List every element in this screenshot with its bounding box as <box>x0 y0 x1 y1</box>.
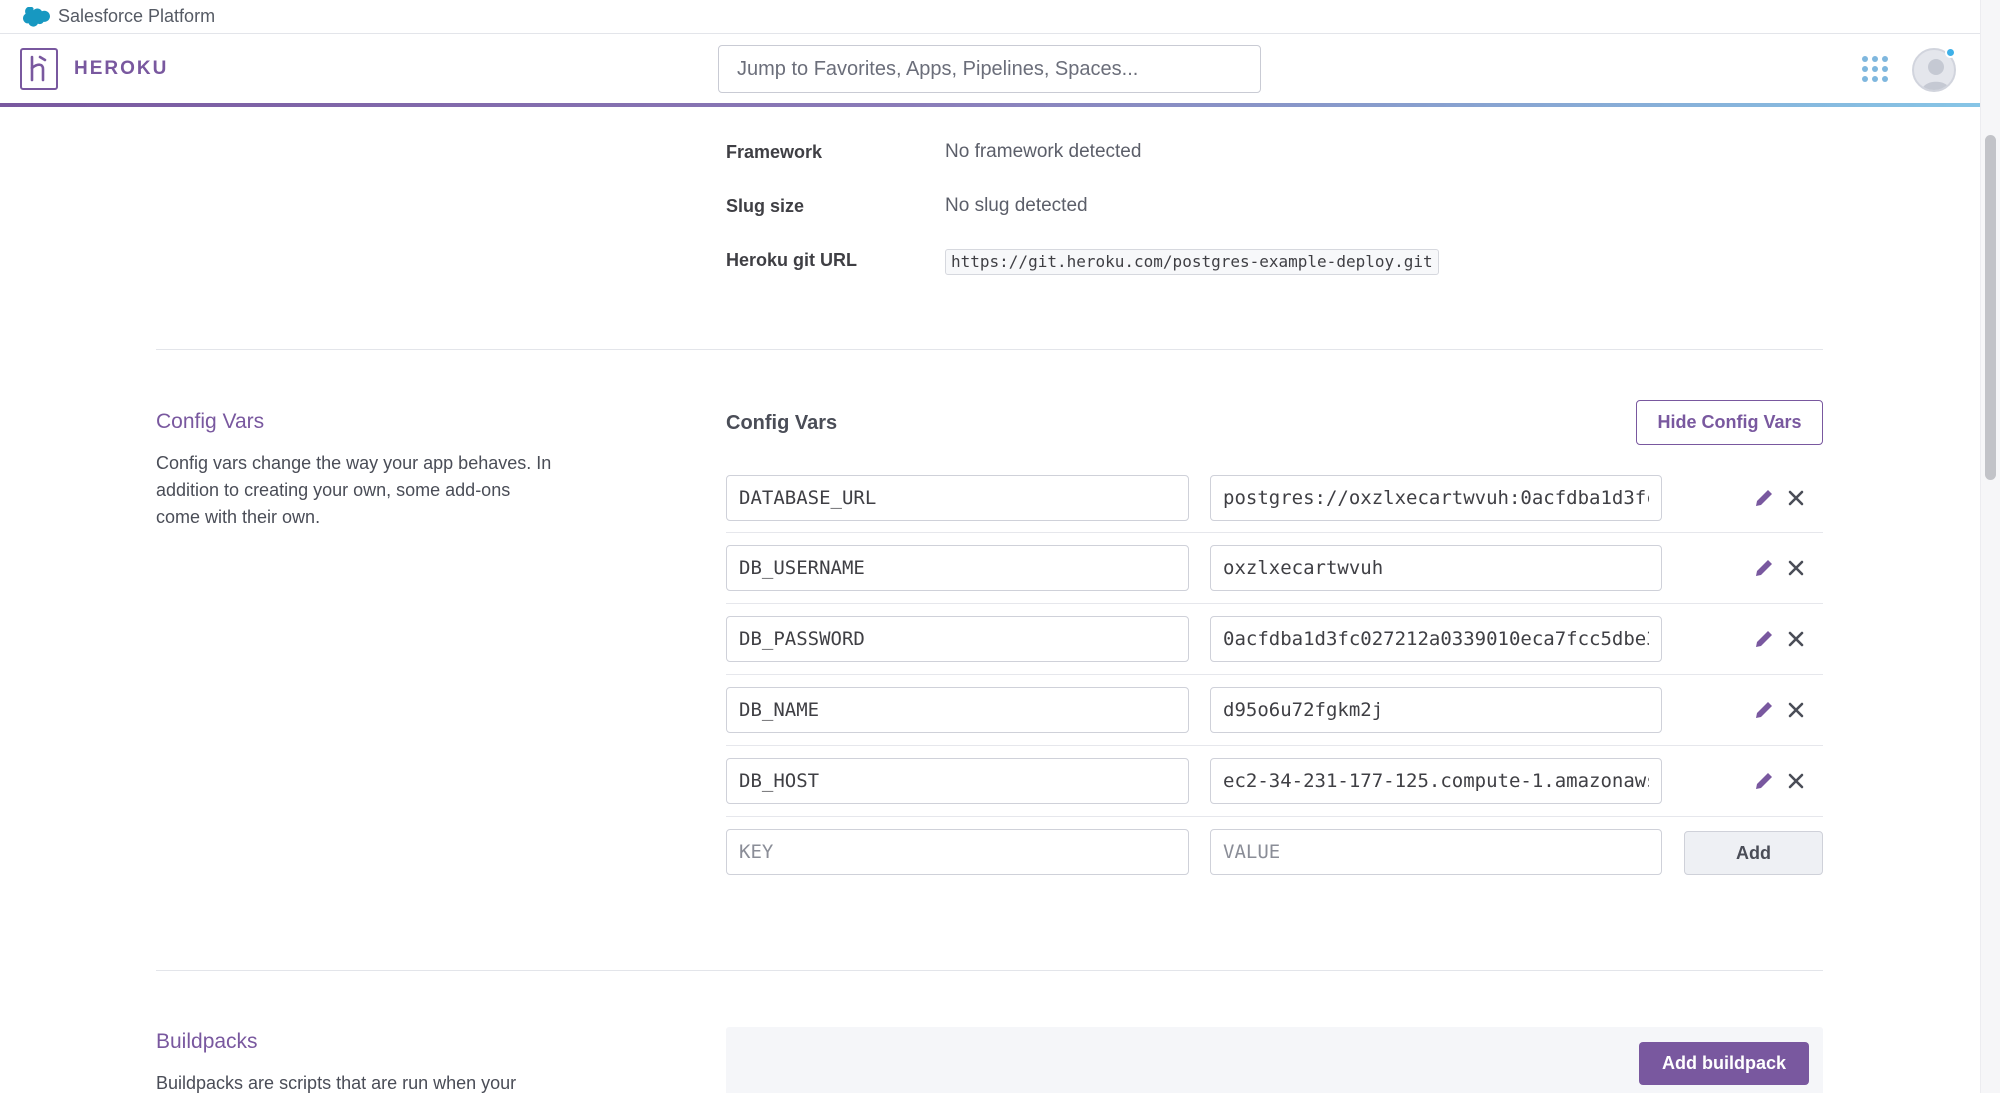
edit-pencil-icon[interactable] <box>1751 626 1777 652</box>
config-var-value-input[interactable] <box>1210 758 1662 804</box>
config-var-key-input[interactable] <box>726 616 1189 662</box>
remove-close-icon[interactable] <box>1783 697 1809 723</box>
edit-pencil-icon[interactable] <box>1751 555 1777 581</box>
config-var-value-input[interactable] <box>1210 545 1662 591</box>
remove-close-icon[interactable] <box>1783 626 1809 652</box>
heroku-logo[interactable]: HEROKU <box>20 48 168 90</box>
slug-size-label: Slug size <box>726 196 805 216</box>
global-search-input[interactable] <box>718 45 1261 93</box>
config-vars-section-title: Config Vars <box>156 410 265 433</box>
row-divider <box>726 603 1823 604</box>
section-divider <box>156 970 1823 971</box>
row-divider <box>726 816 1823 817</box>
git-url-value[interactable]: https://git.heroku.com/postgres-example-… <box>945 249 1439 275</box>
salesforce-platform-bar: Salesforce Platform <box>0 0 1980 34</box>
remove-close-icon[interactable] <box>1783 768 1809 794</box>
row-divider <box>726 532 1823 533</box>
row-divider <box>726 674 1823 675</box>
add-config-var-button[interactable]: Add <box>1684 831 1823 875</box>
new-config-key-input[interactable] <box>726 829 1189 875</box>
nav-gradient-divider <box>0 103 1980 107</box>
config-var-key-input[interactable] <box>726 687 1189 733</box>
buildpacks-description: Buildpacks are scripts that are run when… <box>156 1073 517 1093</box>
remove-close-icon[interactable] <box>1783 555 1809 581</box>
section-divider <box>156 349 1823 350</box>
page-scrollbar-thumb[interactable] <box>1985 135 1996 480</box>
add-buildpack-button[interactable]: Add buildpack <box>1639 1042 1809 1085</box>
framework-value: No framework detected <box>945 141 1142 162</box>
git-url-label: Heroku git URL <box>726 250 858 270</box>
row-divider <box>726 745 1823 746</box>
apps-grid-icon[interactable] <box>1862 56 1888 82</box>
notification-dot <box>1945 47 1956 58</box>
slug-size-value: No slug detected <box>945 195 1088 216</box>
framework-label: Framework <box>726 142 823 162</box>
config-var-key-input[interactable] <box>726 758 1189 804</box>
edit-pencil-icon[interactable] <box>1751 768 1777 794</box>
salesforce-cloud-icon <box>23 6 50 27</box>
salesforce-platform-label: Salesforce Platform <box>58 6 216 26</box>
config-var-key-input[interactable] <box>726 545 1189 591</box>
new-config-value-input[interactable] <box>1210 829 1662 875</box>
edit-pencil-icon[interactable] <box>1751 697 1777 723</box>
config-var-value-input[interactable] <box>1210 616 1662 662</box>
config-var-value-input[interactable] <box>1210 687 1662 733</box>
config-var-key-input[interactable] <box>726 475 1189 521</box>
hide-config-vars-button[interactable]: Hide Config Vars <box>1636 400 1823 445</box>
buildpacks-section-title: Buildpacks <box>156 1030 258 1053</box>
config-var-value-input[interactable] <box>1210 475 1662 521</box>
brand-name: HEROKU <box>74 58 169 79</box>
edit-pencil-icon[interactable] <box>1751 485 1777 511</box>
heroku-logo-icon <box>20 48 58 90</box>
config-vars-heading: Config Vars <box>726 412 838 434</box>
remove-close-icon[interactable] <box>1783 485 1809 511</box>
config-vars-description: Config vars change the way your app beha… <box>156 453 552 527</box>
